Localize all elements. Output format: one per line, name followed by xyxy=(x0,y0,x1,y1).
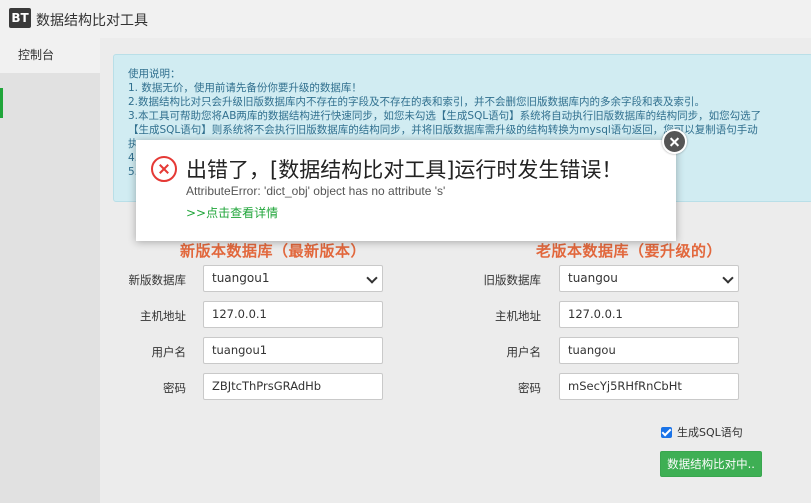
old-user-input[interactable]: tuangou xyxy=(559,337,739,364)
old-user-label: 用户名 xyxy=(506,345,542,359)
new-db-title: 新版本数据库（最新版本） xyxy=(180,242,367,260)
error-details-link[interactable]: >>点击查看详情 xyxy=(186,204,278,221)
window-title: 数据结构比对工具 xyxy=(36,13,148,29)
instruction-line: 3.本工具可帮助您将AB两库的数据结构进行快速同步，如您未勾选【生成SQL语句】… xyxy=(128,110,762,122)
gen-sql-label: 生成SQL语句 xyxy=(677,426,743,439)
new-host-input[interactable]: 127.0.0.1 xyxy=(203,301,383,328)
error-icon xyxy=(151,156,177,182)
chevron-down-icon xyxy=(722,272,734,284)
old-host-label: 主机地址 xyxy=(495,309,541,323)
new-pass-label: 密码 xyxy=(163,381,186,395)
error-dialog: 出错了，[数据结构比对工具]运行时发生错误！ AttributeError: '… xyxy=(136,140,676,241)
compare-button[interactable]: 数据结构比对中.. xyxy=(660,451,762,477)
gen-sql-option[interactable]: 生成SQL语句 xyxy=(661,424,743,440)
title-bar: BT 数据结构比对工具 xyxy=(0,0,811,38)
old-db-select[interactable]: tuangou xyxy=(559,265,739,292)
tab-console[interactable]: 控制台 xyxy=(0,38,100,73)
new-user-input[interactable]: tuangou1 xyxy=(203,337,383,364)
new-user-label: 用户名 xyxy=(151,345,187,359)
active-indicator xyxy=(0,88,3,118)
new-db-label: 新版数据库 xyxy=(128,273,187,287)
new-host-label: 主机地址 xyxy=(140,309,186,323)
chevron-down-icon xyxy=(366,272,378,284)
sidebar: 控制台 xyxy=(0,38,100,503)
old-db-title: 老版本数据库（要升级的） xyxy=(536,242,723,260)
instruction-line: 1. 数据无价，使用前请先备份你要升级的数据库！ xyxy=(128,82,362,94)
old-pass-input[interactable]: mSecYj5RHfRnCbHt xyxy=(559,373,739,400)
old-host-input[interactable]: 127.0.0.1 xyxy=(559,301,739,328)
instructions-heading: 使用说明： xyxy=(128,68,181,80)
instruction-line: 【生成SQL语句】则系统将不会执行旧版数据库的结构同步，并将旧版数据库需升级的结… xyxy=(128,124,758,136)
new-db-select-value: tuangou1 xyxy=(212,271,270,285)
new-pass-input[interactable]: ZBJtcThPrsGRAdHb xyxy=(203,373,383,400)
error-message: AttributeError: 'dict_obj' object has no… xyxy=(186,184,446,198)
instruction-line: 2.数据结构比对只会升级旧版数据库内不存在的字段及不存在的表和索引，并不会删您旧… xyxy=(128,96,706,108)
old-db-label: 旧版数据库 xyxy=(483,273,542,287)
app-logo: BT xyxy=(9,8,31,28)
gen-sql-checkbox[interactable] xyxy=(661,426,672,438)
old-pass-label: 密码 xyxy=(518,381,541,395)
old-db-select-value: tuangou xyxy=(568,271,618,285)
error-title: 出错了，[数据结构比对工具]运行时发生错误！ xyxy=(186,158,623,182)
new-db-select[interactable]: tuangou1 xyxy=(203,265,383,292)
close-icon[interactable] xyxy=(662,129,687,154)
